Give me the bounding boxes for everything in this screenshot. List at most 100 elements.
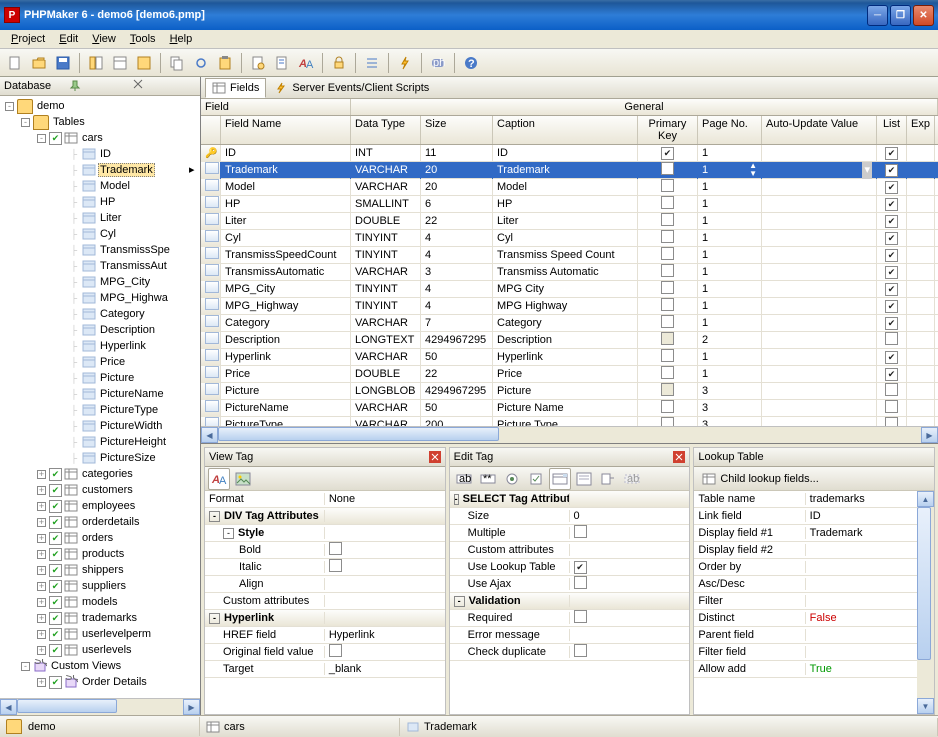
tree-toggle[interactable]: +: [37, 678, 46, 687]
menu-project[interactable]: Project: [4, 31, 52, 47]
tree-toggle[interactable]: +: [37, 582, 46, 591]
doc2-button[interactable]: [271, 52, 293, 74]
radio-button[interactable]: [501, 468, 523, 490]
tree-toggle[interactable]: +: [37, 550, 46, 559]
col-size[interactable]: Size: [421, 116, 493, 144]
grid-row[interactable]: HPSMALLINT6HP1✔: [201, 196, 938, 213]
property-checkbox[interactable]: ✔: [574, 561, 587, 574]
tree-field[interactable]: Picture: [98, 372, 136, 384]
view-checkbox[interactable]: ✔: [49, 676, 62, 689]
property-checkbox[interactable]: [574, 644, 587, 657]
checkbox-button[interactable]: [525, 468, 547, 490]
sync-button[interactable]: [190, 52, 212, 74]
property-checkbox[interactable]: [574, 610, 587, 623]
scroll-right-icon[interactable]: ▶: [183, 699, 200, 715]
grid-row[interactable]: MPG_HighwayTINYINT4MPG Highway1✔: [201, 298, 938, 315]
grid-row[interactable]: TransmissSpeedCountTINYINT4Transmiss Spe…: [201, 247, 938, 264]
tree-field[interactable]: PictureName: [98, 388, 166, 400]
pin-icon[interactable]: [69, 79, 132, 93]
tree-table[interactable]: orders: [80, 532, 115, 544]
panel-close-icon[interactable]: [673, 451, 685, 463]
tree-table[interactable]: shippers: [80, 564, 126, 576]
col-exp[interactable]: Exp: [907, 116, 935, 144]
panel-close-icon[interactable]: [429, 451, 441, 463]
database-tree[interactable]: -demo-Tables-✔cars├ID├Trademark├Model├HP…: [0, 96, 200, 698]
tree-toggle[interactable]: +: [37, 486, 46, 495]
property-row[interactable]: Link fieldID: [694, 508, 917, 525]
file-button[interactable]: [597, 468, 619, 490]
property-row[interactable]: Bold: [205, 542, 445, 559]
tree-table-cars[interactable]: cars: [80, 132, 105, 144]
format-text-button[interactable]: AA: [208, 468, 230, 490]
php-button[interactable]: php: [427, 52, 449, 74]
property-row[interactable]: Original field value: [205, 644, 445, 661]
table-checkbox[interactable]: ✔: [49, 548, 62, 561]
tree-toggle[interactable]: +: [37, 646, 46, 655]
tree-field[interactable]: PictureSize: [98, 452, 158, 464]
property-row[interactable]: Display field #1Trademark: [694, 525, 917, 542]
property-checkbox[interactable]: [329, 644, 342, 657]
col-auto-update[interactable]: Auto-Update Value: [762, 116, 877, 144]
grid-row[interactable]: ▸TrademarkVARCHAR20Trademark1 ▲▼▾✔: [201, 162, 938, 179]
tree-toggle[interactable]: -: [5, 102, 14, 111]
table-checkbox[interactable]: ✔: [49, 516, 62, 529]
open-button[interactable]: [28, 52, 50, 74]
tree-field[interactable]: PictureHeight: [98, 436, 168, 448]
grid-row[interactable]: 🔑IDINT11ID✔1✔: [201, 145, 938, 162]
tree-field[interactable]: TransmissAut: [98, 260, 169, 272]
tree-field[interactable]: MPG_City: [98, 276, 152, 288]
grid-row[interactable]: DescriptionLONGTEXT4294967295Description…: [201, 332, 938, 349]
property-row[interactable]: Required: [450, 610, 690, 627]
tree-field[interactable]: Description: [98, 324, 157, 336]
tree-table[interactable]: products: [80, 548, 126, 560]
scroll-left-icon[interactable]: ◀: [201, 427, 218, 443]
property-row[interactable]: HREF fieldHyperlink: [205, 627, 445, 644]
panel-close-icon[interactable]: [133, 79, 196, 93]
grid-row[interactable]: CylTINYINT4Cyl1✔: [201, 230, 938, 247]
tree-field[interactable]: ID: [98, 148, 113, 160]
tree-toggle[interactable]: +: [37, 534, 46, 543]
tree-toggle[interactable]: -: [37, 134, 46, 143]
tool3-button[interactable]: [133, 52, 155, 74]
close-button[interactable]: ✕: [913, 5, 934, 26]
grid-row[interactable]: PictureLONGBLOB4294967295Picture3: [201, 383, 938, 400]
property-row[interactable]: Filter: [694, 593, 917, 610]
hidden-button[interactable]: ab: [621, 468, 643, 490]
property-row[interactable]: DistinctFalse: [694, 610, 917, 627]
tree-table[interactable]: models: [80, 596, 119, 608]
property-checkbox[interactable]: [574, 525, 587, 538]
grid-row[interactable]: LiterDOUBLE22Liter1✔: [201, 213, 938, 230]
property-row[interactable]: Align: [205, 576, 445, 593]
tree-table[interactable]: categories: [80, 468, 135, 480]
tree-toggle[interactable]: +: [37, 614, 46, 623]
tree-tables[interactable]: Tables: [51, 116, 87, 128]
lock-button[interactable]: [328, 52, 350, 74]
grid-row[interactable]: HyperlinkVARCHAR50Hyperlink1✔: [201, 349, 938, 366]
col-page-no[interactable]: Page No.: [698, 116, 762, 144]
property-row[interactable]: -DIV Tag Attributes: [205, 508, 445, 525]
select-button[interactable]: [549, 468, 571, 490]
grid-hscroll[interactable]: ◀ ▶: [201, 426, 938, 443]
tree-toggle[interactable]: +: [37, 470, 46, 479]
col-caption[interactable]: Caption: [493, 116, 638, 144]
property-row[interactable]: Allow addTrue: [694, 661, 917, 678]
property-row[interactable]: Custom attributes: [205, 593, 445, 610]
tree-field[interactable]: PictureType: [98, 404, 160, 416]
tab-scripts[interactable]: Server Events/Client Scripts: [268, 79, 435, 97]
menu-edit[interactable]: Edit: [52, 31, 85, 47]
text-input-button[interactable]: abl: [453, 468, 475, 490]
table-checkbox[interactable]: ✔: [49, 596, 62, 609]
tool2-button[interactable]: [109, 52, 131, 74]
maximize-button[interactable]: ❐: [890, 5, 911, 26]
grid-row[interactable]: ModelVARCHAR20Model1✔: [201, 179, 938, 196]
tree-table[interactable]: employees: [80, 500, 137, 512]
scroll-right-icon[interactable]: ▶: [921, 427, 938, 443]
property-row[interactable]: Size0: [450, 508, 690, 525]
tree-field[interactable]: Model: [98, 180, 132, 192]
menu-tools[interactable]: Tools: [123, 31, 163, 47]
tree-hscroll[interactable]: ◀ ▶: [0, 698, 200, 715]
tree-custom-views[interactable]: Custom Views: [49, 660, 123, 672]
tree-view[interactable]: Order Details: [80, 676, 149, 688]
tree-table[interactable]: orderdetails: [80, 516, 141, 528]
grid-row[interactable]: CategoryVARCHAR7Category1✔: [201, 315, 938, 332]
